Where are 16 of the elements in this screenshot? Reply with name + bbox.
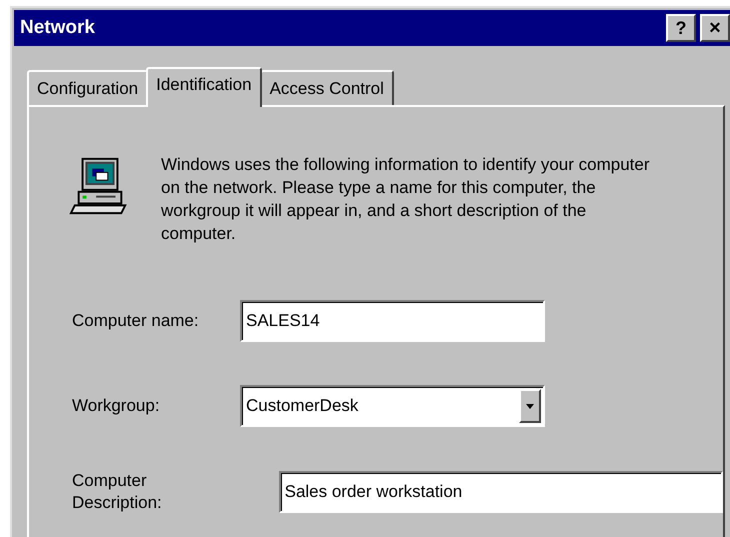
dropdown-arrow-button[interactable] xyxy=(519,389,541,423)
caret-icon xyxy=(526,404,534,408)
text-field[interactable]: Sales order workstation xyxy=(278,471,723,513)
tab[interactable]: Configuration xyxy=(27,70,148,105)
workgroup-dropdown[interactable]: CustomerDesk xyxy=(240,385,545,427)
help-button[interactable]: ? xyxy=(666,14,696,42)
close-button[interactable]: × xyxy=(700,14,730,42)
text-field[interactable]: SALES14 xyxy=(240,300,545,342)
field-label: Workgroup: xyxy=(72,395,161,417)
window-title: Network xyxy=(20,16,95,40)
field-label: Computer Description: xyxy=(72,470,163,514)
dropdown-value: CustomerDesk xyxy=(246,395,358,418)
intro-text: Windows uses the following information to identify your computer on the network. Please type a name for this computer, the workgroup it will appear in, and a short description of the computer. xyxy=(161,154,651,245)
tab[interactable]: Identification xyxy=(146,67,262,107)
tab[interactable]: Access Control xyxy=(260,70,394,105)
field-label: Computer name: xyxy=(72,310,200,332)
